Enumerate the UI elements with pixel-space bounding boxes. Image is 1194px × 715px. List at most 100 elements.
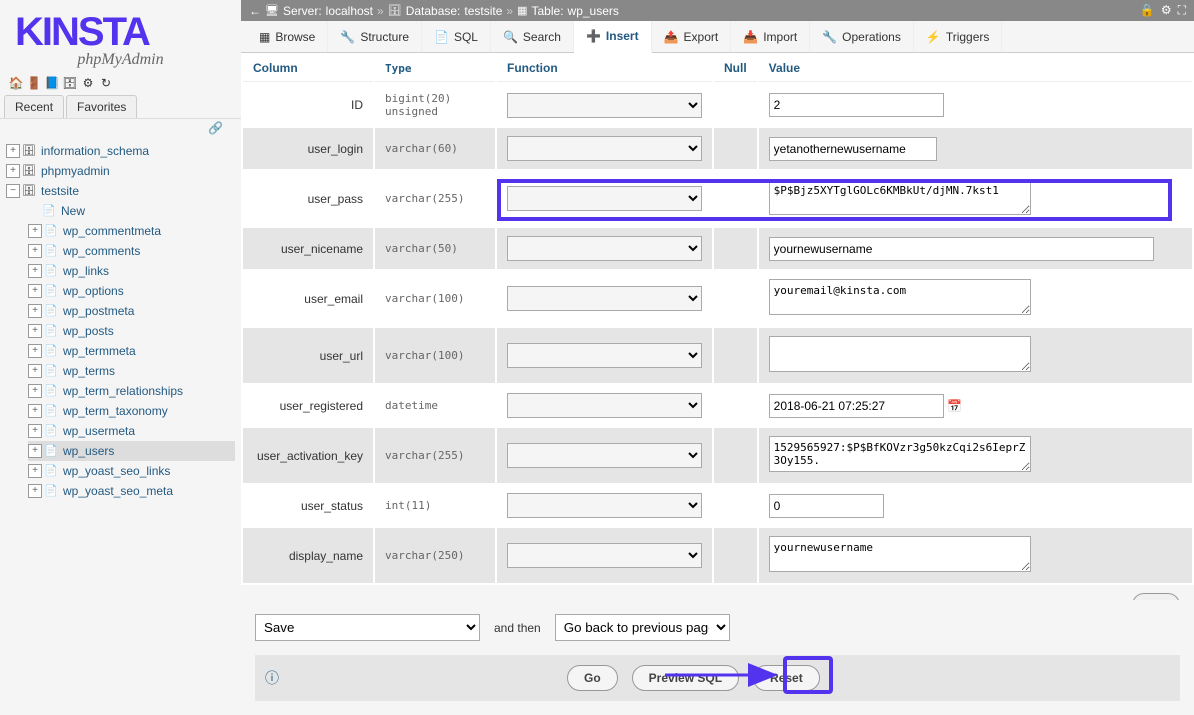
expand-icon[interactable]: + xyxy=(6,144,20,158)
maximize-icon[interactable]: ⛶ xyxy=(1178,3,1186,18)
table-icon xyxy=(44,363,60,379)
reload-icon[interactable]: ↻ xyxy=(98,75,114,91)
expand-icon[interactable]: + xyxy=(28,464,42,478)
expand-icon[interactable]: + xyxy=(28,484,42,498)
function-select[interactable] xyxy=(507,393,702,418)
calendar-icon[interactable]: 📅 xyxy=(947,399,962,413)
bc-table[interactable]: wp_users xyxy=(568,4,619,18)
browse-icon: ▦ xyxy=(259,30,270,44)
value-input[interactable] xyxy=(769,394,944,418)
expand-icon[interactable]: + xyxy=(28,364,42,378)
tree-new[interactable]: New xyxy=(28,201,235,221)
expand-icon[interactable]: + xyxy=(28,444,42,458)
function-select[interactable] xyxy=(507,136,702,161)
table-row: IDbigint(20) unsigned xyxy=(243,84,1192,126)
expand-icon[interactable]: + xyxy=(28,304,42,318)
expand-icon[interactable]: + xyxy=(28,344,42,358)
table-node[interactable]: +wp_options xyxy=(28,281,235,301)
table-node[interactable]: +wp_usermeta xyxy=(28,421,235,441)
expand-icon[interactable]: + xyxy=(6,164,20,178)
info-icon[interactable]: ⓘ xyxy=(265,668,279,688)
tab-browse[interactable]: ▦Browse xyxy=(247,21,328,52)
collapse-icon[interactable]: 🔗 xyxy=(208,121,223,135)
value-textarea[interactable]: $P$Bjz5XYTglGOLc6KMBkUt/djMN.7kst1 xyxy=(769,179,1031,215)
table-row: user_statusint(11) xyxy=(243,485,1192,526)
docs-icon[interactable]: 📘 xyxy=(44,75,60,91)
function-select[interactable] xyxy=(507,93,702,118)
table-icon xyxy=(44,343,60,359)
table-label: wp_commentmeta xyxy=(63,224,161,238)
table-node[interactable]: + wp_commentmeta xyxy=(28,221,235,241)
table-icon xyxy=(44,383,60,399)
sql-icon: 📄 xyxy=(434,30,449,44)
function-select[interactable] xyxy=(507,493,702,518)
settings-icon[interactable]: ⚙ xyxy=(80,75,96,91)
value-input[interactable] xyxy=(769,237,1154,261)
table-label: wp_terms xyxy=(63,364,115,378)
expand-icon[interactable]: + xyxy=(28,284,42,298)
function-select[interactable] xyxy=(507,543,702,568)
table-node[interactable]: +wp_termmeta xyxy=(28,341,235,361)
sql-icon[interactable]: 🗄 xyxy=(62,75,78,91)
table-node[interactable]: + wp_terms xyxy=(28,361,235,381)
value-input[interactable] xyxy=(769,494,884,518)
expand-icon[interactable]: + xyxy=(28,244,42,258)
tab-favorites[interactable]: Favorites xyxy=(66,95,137,118)
expand-icon[interactable]: + xyxy=(28,324,42,338)
tab-recent[interactable]: Recent xyxy=(4,95,64,118)
table-node[interactable]: +wp_term_taxonomy xyxy=(28,401,235,421)
table-node[interactable]: +wp_term_relationships xyxy=(28,381,235,401)
db-node[interactable]: +phpmyadmin xyxy=(6,161,235,181)
home-icon[interactable]: 🏠 xyxy=(8,75,24,91)
function-select[interactable] xyxy=(507,443,702,468)
value-textarea[interactable] xyxy=(769,336,1031,372)
table-node[interactable]: +wp_yoast_seo_links xyxy=(28,461,235,481)
value-textarea[interactable]: yournewusername xyxy=(769,536,1031,572)
go-button-top[interactable]: Go xyxy=(1132,593,1180,600)
gear-icon[interactable]: ⚙ xyxy=(1161,3,1172,18)
bc-server[interactable]: localhost xyxy=(326,4,373,18)
tab-import[interactable]: 📥Import xyxy=(731,21,810,52)
value-textarea[interactable]: youremail@kinsta.com xyxy=(769,279,1031,315)
table-node[interactable]: +wp_comments xyxy=(28,241,235,261)
sidebar: KINSTA phpMyAdmin 🏠 🚪 📘 🗄 ⚙ ↻ Recent Fav… xyxy=(0,0,241,715)
col-type: datetime xyxy=(375,385,495,426)
tab-structure[interactable]: 🔧Structure xyxy=(328,21,422,52)
col-name: user_status xyxy=(243,485,373,526)
function-select[interactable] xyxy=(507,186,702,211)
lock-icon[interactable]: 🔒 xyxy=(1140,3,1155,18)
expand-icon[interactable]: + xyxy=(28,404,42,418)
collapse-icon[interactable]: − xyxy=(6,184,20,198)
expand-icon[interactable]: + xyxy=(28,384,42,398)
tab-export[interactable]: 📤Export xyxy=(652,21,732,52)
andthen-select[interactable]: Go back to previous page xyxy=(555,614,730,641)
bc-db[interactable]: testsite xyxy=(464,4,502,18)
db-node-expanded[interactable]: −testsite xyxy=(6,181,235,201)
function-select[interactable] xyxy=(507,343,702,368)
insert-table: Column Type Function Null Value IDbigint… xyxy=(241,53,1194,585)
table-node[interactable]: +wp_yoast_seo_meta xyxy=(28,481,235,501)
save-select[interactable]: Save xyxy=(255,614,480,641)
tab-sql[interactable]: 📄SQL xyxy=(422,21,491,52)
tab-insert[interactable]: ➕Insert xyxy=(574,21,652,53)
tab-search[interactable]: 🔍Search xyxy=(491,21,574,52)
sidebar-nav-tabs: Recent Favorites xyxy=(0,95,241,119)
value-input[interactable] xyxy=(769,137,937,161)
tab-operations[interactable]: 🔧Operations xyxy=(810,21,914,52)
db-node[interactable]: +information_schema xyxy=(6,141,235,161)
go-button[interactable]: Go xyxy=(567,665,618,691)
expand-icon[interactable]: + xyxy=(28,264,42,278)
expand-icon[interactable]: + xyxy=(28,424,42,438)
value-input[interactable] xyxy=(769,93,944,117)
table-node[interactable]: +wp_links xyxy=(28,261,235,281)
table-node[interactable]: +wp_postmeta xyxy=(28,301,235,321)
logout-icon[interactable]: 🚪 xyxy=(26,75,42,91)
table-node[interactable]: +wp_posts xyxy=(28,321,235,341)
value-textarea[interactable]: 1529565927:$P$BfKOVzr3g50kzCqi2s6IeprZ3O… xyxy=(769,436,1031,472)
expand-icon[interactable]: + xyxy=(28,224,42,238)
function-select[interactable] xyxy=(507,236,702,261)
function-select[interactable] xyxy=(507,286,702,311)
back-icon[interactable]: ← xyxy=(249,4,261,18)
tab-triggers[interactable]: ⚡Triggers xyxy=(914,21,1003,52)
table-node[interactable]: +wp_users xyxy=(28,441,235,461)
